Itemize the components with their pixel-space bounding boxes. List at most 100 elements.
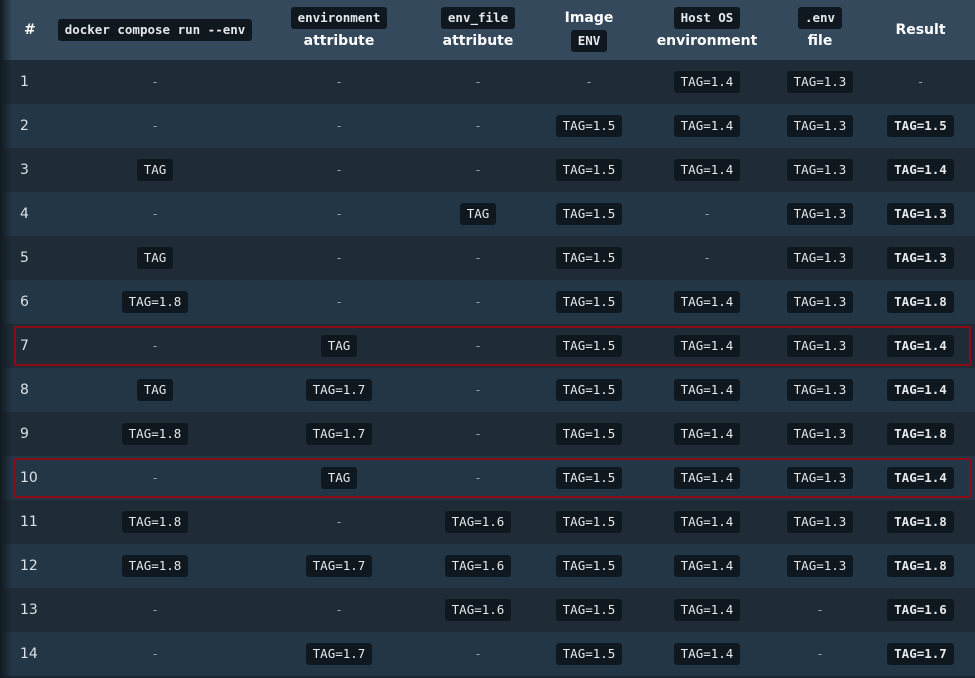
table-cell-env-file-attribute: - xyxy=(418,368,538,412)
table-cell-image-env: TAG=1.5 xyxy=(538,412,640,456)
env-value-code: TAG=1.5 xyxy=(555,643,623,665)
column-header-line: .env xyxy=(774,7,866,30)
empty-value: - xyxy=(336,602,342,617)
env-value-code: TAG xyxy=(136,247,174,269)
env-value-code: TAG=1.7 xyxy=(305,423,373,445)
table-cell-image-env: TAG=1.5 xyxy=(538,368,640,412)
column-header-code: .env xyxy=(797,7,843,29)
table-cell-cli-env: TAG xyxy=(50,368,260,412)
column-header-line: Host OS xyxy=(640,7,774,30)
table-cell-env-file-attribute: - xyxy=(418,412,538,456)
env-value-code: TAG=1.5 xyxy=(555,423,623,445)
table-cell-dotenv-file: TAG=1.3 xyxy=(774,60,866,104)
empty-value: - xyxy=(152,646,158,661)
env-value-code: TAG=1.6 xyxy=(444,511,512,533)
table-cell-dotenv-file: TAG=1.3 xyxy=(774,192,866,236)
env-value-code: TAG=1.3 xyxy=(786,335,854,357)
env-value-code: TAG=1.5 xyxy=(555,203,623,225)
table-cell-cli-env: TAG=1.8 xyxy=(50,500,260,544)
env-value-code: TAG xyxy=(136,379,174,401)
env-value-code: TAG=1.8 xyxy=(121,555,189,577)
column-header-text: attribute xyxy=(303,33,375,49)
table-cell-env-file-attribute: - xyxy=(418,236,538,280)
table-cell-environment-attribute: TAG xyxy=(260,324,418,368)
env-value-code: TAG=1.5 xyxy=(555,467,623,489)
env-value-code: TAG=1.3 xyxy=(786,71,854,93)
table-cell-result: TAG=1.4 xyxy=(866,148,975,192)
table-cell-image-env: TAG=1.5 xyxy=(538,104,640,148)
table-cell-cli-env: - xyxy=(50,60,260,104)
env-value-code: TAG=1.4 xyxy=(673,643,741,665)
env-value-code: TAG=1.3 xyxy=(786,203,854,225)
env-value-code: TAG=1.7 xyxy=(887,643,954,665)
table-cell-num: 12 xyxy=(20,558,38,574)
column-header-line: Image xyxy=(538,7,640,30)
column-header-image-env: Image ENV xyxy=(538,0,640,60)
table-cell-result: TAG=1.8 xyxy=(866,412,975,456)
empty-value: - xyxy=(152,602,158,617)
table-cell-dotenv-file: - xyxy=(774,632,866,676)
column-header-line: file xyxy=(774,30,866,53)
column-header-text: environment xyxy=(656,33,758,49)
env-value-code: TAG=1.4 xyxy=(673,159,741,181)
column-header-text: Result xyxy=(895,21,946,38)
table-cell-dotenv-file: TAG=1.3 xyxy=(774,368,866,412)
empty-value: - xyxy=(704,250,710,265)
table-cell-dotenv-file: TAG=1.3 xyxy=(774,104,866,148)
table-cell-num: 6 xyxy=(20,294,29,310)
table-cell-host-os-environment: TAG=1.4 xyxy=(640,280,774,324)
table-cell-cli-env: TAG xyxy=(50,236,260,280)
table-cell-num: 10 xyxy=(20,470,38,486)
table-cell-result: TAG=1.3 xyxy=(866,192,975,236)
empty-value: - xyxy=(475,250,481,265)
empty-value: - xyxy=(817,646,823,661)
table-cell-host-os-environment: TAG=1.4 xyxy=(640,412,774,456)
env-value-code: TAG=1.3 xyxy=(786,423,854,445)
table-cell-environment-attribute: TAG=1.7 xyxy=(260,544,418,588)
table-cell-environment-attribute: TAG xyxy=(260,456,418,500)
table-cell-num: 3 xyxy=(20,162,29,178)
column-header-result: Result xyxy=(866,0,975,60)
env-value-code: TAG=1.8 xyxy=(887,291,954,313)
env-value-code: TAG=1.4 xyxy=(673,423,741,445)
column-header-code: ENV xyxy=(570,30,608,52)
column-header-line: # xyxy=(24,19,50,42)
env-value-code: TAG=1.4 xyxy=(673,71,741,93)
env-precedence-table: # docker compose run --env environment attr… xyxy=(0,0,975,676)
env-precedence-table-view: # docker compose run --env environment attr… xyxy=(0,0,975,678)
env-value-code: TAG=1.4 xyxy=(887,379,954,401)
table-cell-environment-attribute: - xyxy=(260,280,418,324)
table-cell-num: 2 xyxy=(20,118,29,134)
table-cell-cli-env: - xyxy=(50,324,260,368)
table-cell-image-env: TAG=1.5 xyxy=(538,236,640,280)
table-cell-host-os-environment: TAG=1.4 xyxy=(640,60,774,104)
table-cell-cli-env: TAG=1.8 xyxy=(50,544,260,588)
env-value-code: TAG=1.6 xyxy=(444,599,512,621)
env-value-code: TAG=1.5 xyxy=(887,115,954,137)
empty-value: - xyxy=(152,206,158,221)
table-cell-env-file-attribute: - xyxy=(418,632,538,676)
env-value-code: TAG=1.4 xyxy=(673,115,741,137)
table-cell-image-env: TAG=1.5 xyxy=(538,324,640,368)
table-cell-env-file-attribute: - xyxy=(418,104,538,148)
table-row: 9 TAG=1.8 TAG=1.7 - TAG=1.5 TAG=1.4 TAG=1.3 TAG… xyxy=(0,412,975,456)
table-header: # docker compose run --env environment attr… xyxy=(0,0,975,60)
column-header-line: environment xyxy=(260,7,418,30)
env-value-code: TAG=1.5 xyxy=(555,555,623,577)
table-cell-dotenv-file: - xyxy=(774,588,866,632)
table-cell-image-env: TAG=1.5 xyxy=(538,456,640,500)
table-cell-num: 5 xyxy=(20,250,29,266)
empty-value: - xyxy=(475,294,481,309)
empty-value: - xyxy=(475,338,481,353)
empty-value: - xyxy=(475,162,481,177)
column-header-text: Image xyxy=(564,10,614,26)
table-cell-dotenv-file: TAG=1.3 xyxy=(774,280,866,324)
table-cell-environment-attribute: - xyxy=(260,236,418,280)
empty-value: - xyxy=(586,74,592,89)
env-value-code: TAG=1.7 xyxy=(305,643,373,665)
column-header-environment-attribute: environment attribute xyxy=(260,0,418,60)
table-cell-env-file-attribute: - xyxy=(418,280,538,324)
table-cell-host-os-environment: TAG=1.4 xyxy=(640,632,774,676)
column-header-code: docker compose run --env xyxy=(57,18,253,41)
table-cell-environment-attribute: TAG=1.7 xyxy=(260,632,418,676)
